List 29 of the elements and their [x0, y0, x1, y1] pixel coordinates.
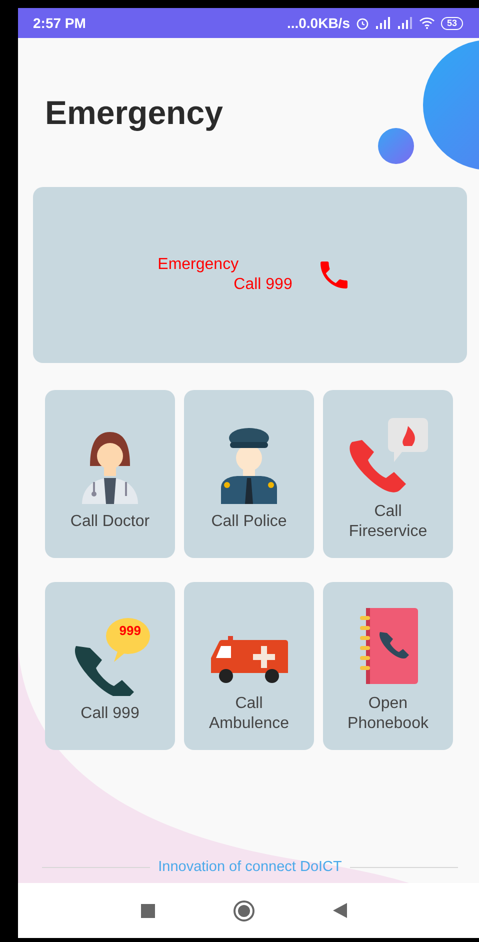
service-tile[interactable]: Call Ambulence	[184, 582, 314, 750]
tile-label: Call Police	[211, 512, 287, 532]
network-speed: ...0.0KB/s	[286, 15, 350, 31]
service-tile[interactable]: 999 Call 999	[45, 582, 175, 750]
tile-label: Call Fireservice	[348, 502, 428, 542]
banner-text: Emergency	[158, 255, 240, 275]
service-tile[interactable]: Call Fireservice	[323, 390, 453, 558]
status-time: 2:57 PM	[33, 15, 86, 31]
decorative-circle	[378, 128, 414, 164]
back-button[interactable]	[332, 903, 346, 918]
recents-button[interactable]	[140, 904, 154, 918]
tile-label: Open Phonebook	[346, 694, 430, 734]
tile-label: Call 999	[80, 704, 140, 724]
service-tile[interactable]: Call Police	[184, 390, 314, 558]
footer-credit: Innovation of connect DoICT	[158, 859, 342, 875]
signal-icon	[396, 17, 413, 29]
wifi-icon	[418, 17, 435, 29]
bubble-number: 999	[119, 623, 141, 638]
ambulance-icon	[209, 636, 289, 686]
home-button[interactable]	[232, 900, 254, 922]
service-tile[interactable]: Open Phonebook	[323, 582, 453, 750]
battery-indicator: 53	[440, 16, 463, 30]
tile-label: Call Ambulence	[208, 694, 290, 734]
page-title: Emergency	[45, 94, 223, 132]
service-tile[interactable]: Call Doctor	[45, 390, 175, 558]
banner-text: Call 999	[234, 275, 292, 295]
alarm-icon	[356, 16, 369, 30]
tile-label: Call Doctor	[70, 512, 150, 532]
signal-icon	[374, 17, 391, 29]
